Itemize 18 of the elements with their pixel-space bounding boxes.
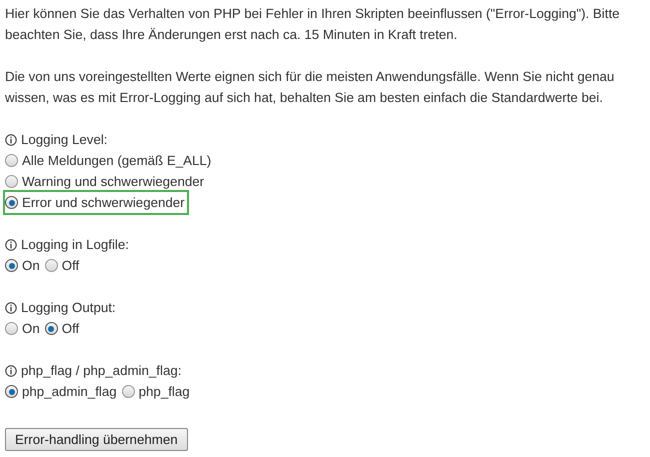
info-icon[interactable] — [5, 238, 17, 250]
radio-option[interactable]: Error und schwerwiegender — [3, 190, 189, 215]
info-icon[interactable] — [5, 364, 17, 376]
info-icon[interactable] — [5, 134, 17, 146]
setting-label: Logging Level: — [21, 131, 108, 149]
submit-button[interactable]: Error-handling übernehmen — [5, 428, 188, 451]
intro-paragraph: Die von uns voreingestellten Werte eignen sich für die meisten Anwendungsfälle. Wenn Sie nicht genau wissen, was es mit Error-Logging auf sich hat, behalten Sie am besten einfach die Standardwerte bei. — [5, 68, 616, 107]
setting-label: Logging Output: — [21, 299, 116, 317]
info-icon[interactable] — [5, 302, 17, 314]
radio-option[interactable]: php_flag — [120, 379, 194, 404]
radio-option[interactable]: Off — [42, 316, 84, 341]
radio-option[interactable]: php_admin_flag — [3, 379, 121, 404]
radio-option[interactable]: Off — [42, 253, 84, 278]
setting-label: php_flag / php_admin_flag: — [21, 362, 182, 380]
radio-option[interactable]: On — [3, 253, 44, 278]
radio-option[interactable]: On — [3, 316, 44, 341]
intro-paragraph: Hier können Sie das Verhalten von PHP bei Fehler in Ihren Skripten beeinflussen ("Error-Logging"). Bitte beachten Sie, dass Ihre Änderungen erst nach ca. 15 Minuten in Kraft treten. — [5, 5, 621, 44]
setting-label: Logging in Logfile: — [21, 236, 129, 254]
